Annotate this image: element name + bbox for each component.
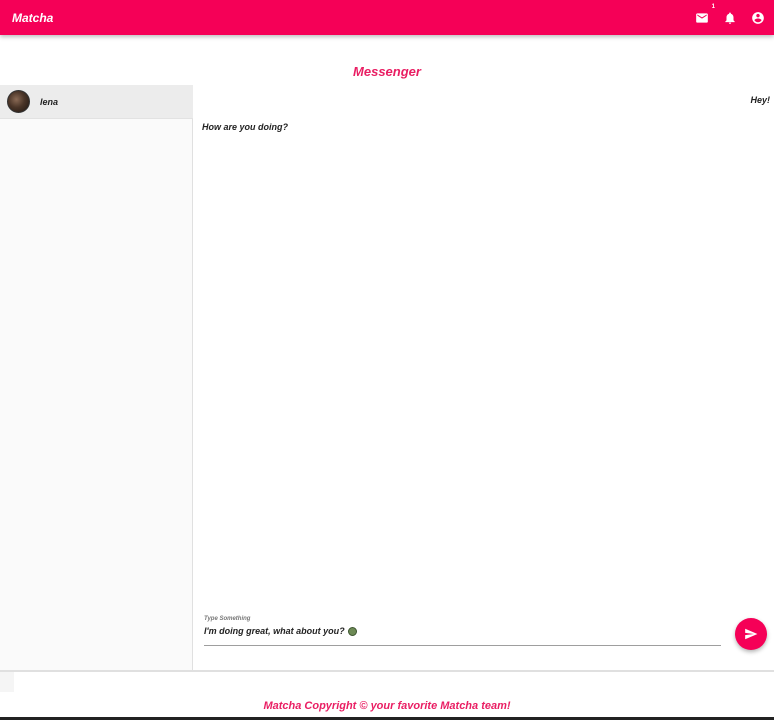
account-button[interactable]	[750, 10, 766, 26]
send-button[interactable]	[735, 618, 767, 650]
notifications-button[interactable]	[722, 10, 738, 26]
page-title: Messenger	[353, 64, 421, 79]
mail-badge: 1	[711, 3, 715, 10]
footer-copyright: Matcha Copyright © your favorite Matcha …	[263, 700, 511, 712]
footer-divider	[0, 670, 774, 672]
app-bar-actions: 1	[694, 4, 766, 26]
message-input-label: Type Something	[204, 616, 251, 622]
avatar	[7, 90, 30, 113]
chat-panel: Hey! How are you doing? Type Something I…	[194, 85, 774, 670]
message-input-field[interactable]: I'm doing great, what about you?	[204, 626, 721, 636]
message-input-value: I'm doing great, what about you?	[204, 626, 345, 636]
footer-corner-block	[0, 672, 14, 692]
conversation-list: lena	[0, 85, 193, 670]
bell-icon	[725, 11, 735, 24]
message-input[interactable]: Type Something I'm doing great, what abo…	[204, 616, 721, 646]
mail-icon	[696, 12, 708, 23]
message-received: How are you doing?	[202, 122, 289, 132]
app-bar: Matcha 1	[0, 0, 774, 35]
message-sent: Hey!	[750, 95, 770, 105]
conversation-name: lena	[40, 96, 59, 107]
account-circle-icon	[752, 11, 764, 24]
mail-button[interactable]: 1	[694, 4, 715, 26]
conversation-item[interactable]: lena	[0, 85, 193, 119]
brand-logo[interactable]: Matcha	[12, 11, 53, 25]
send-icon	[745, 628, 758, 640]
alien-emoji-icon	[347, 626, 357, 636]
